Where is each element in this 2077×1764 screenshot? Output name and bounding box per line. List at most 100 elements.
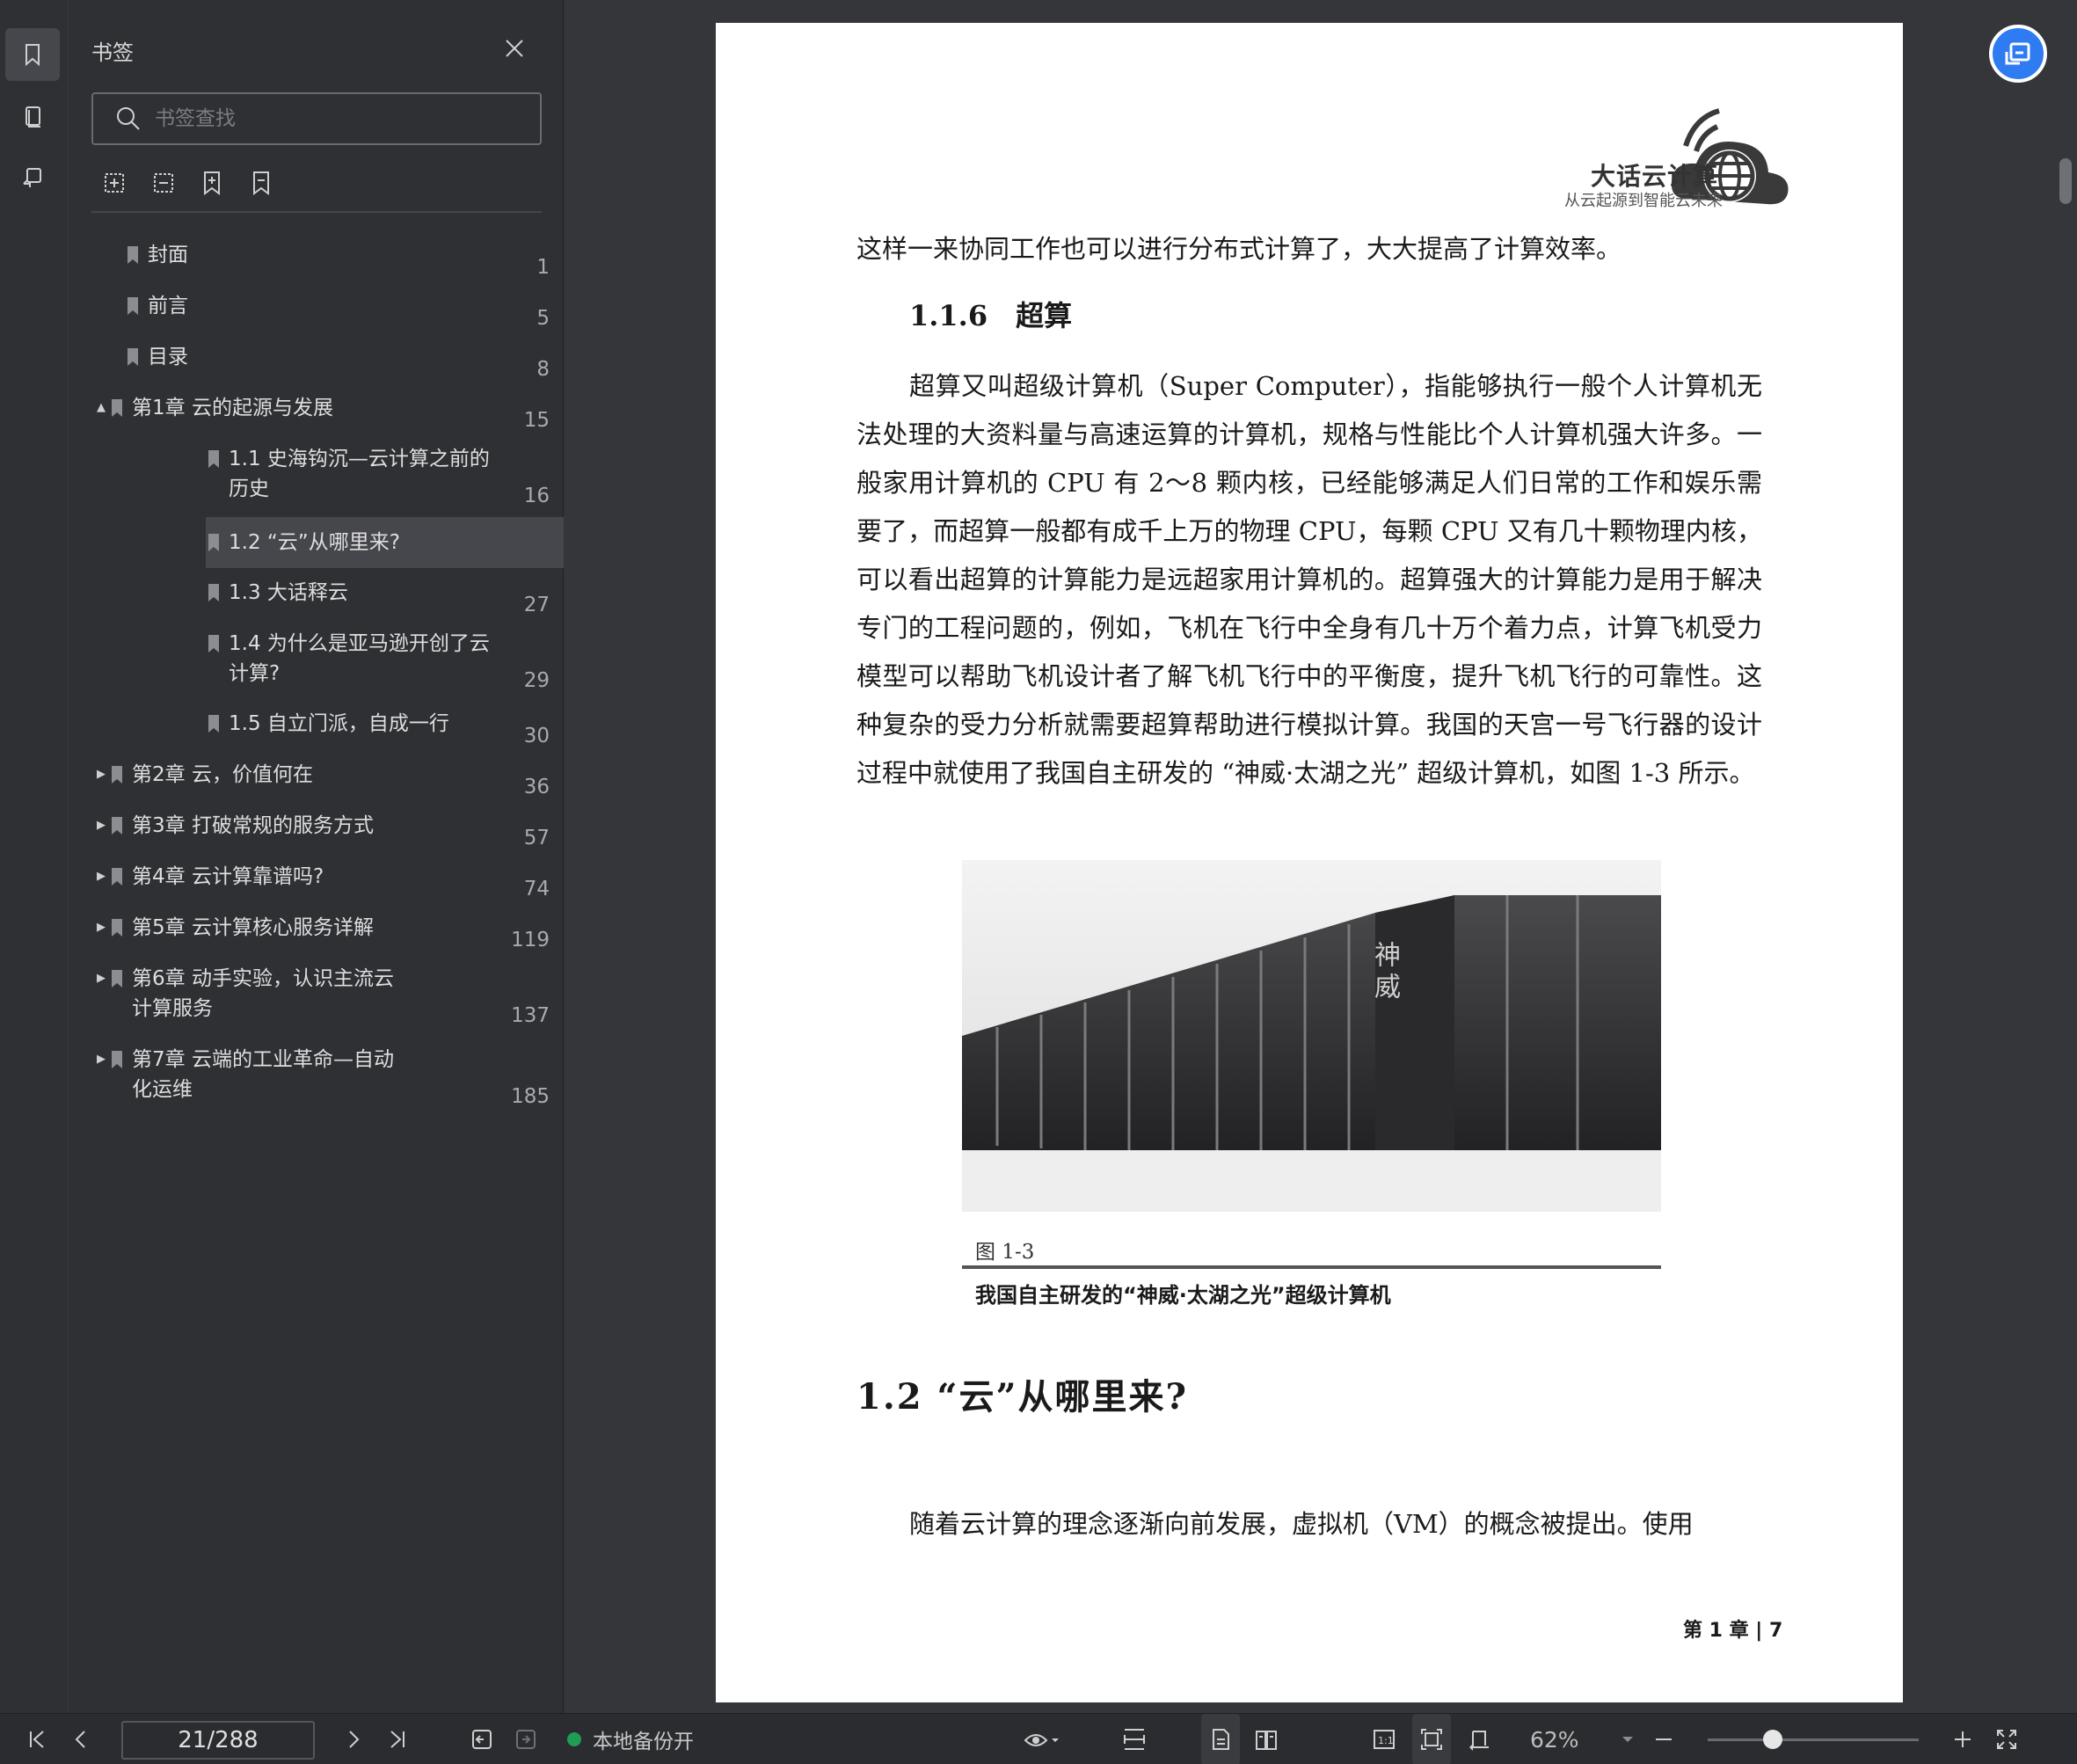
collapse-arrow-icon[interactable]: ▲	[93, 393, 109, 423]
screen-capture-icon	[2005, 42, 2030, 65]
bookmark-item-chapter-6[interactable]: ▶ 第6章 动手实验，认识主流云计算服务 137	[93, 964, 564, 1038]
last-page-button[interactable]	[378, 1714, 417, 1764]
expand-arrow-icon[interactable]: ▶	[93, 913, 109, 943]
bookmark-item[interactable]: 1.5 自立门派，自成一行 30	[206, 709, 564, 747]
bookmark-search-field[interactable]	[91, 92, 542, 145]
single-page-button[interactable]	[1201, 1714, 1240, 1764]
annotation-panel-button[interactable]	[5, 151, 60, 204]
bookmark-page: 74	[523, 878, 550, 900]
bookmark-label: 前言	[148, 295, 188, 317]
bookmark-item-chapter-1[interactable]: ▲ 第1章 云的起源与发展 15	[93, 393, 564, 432]
double-page-button[interactable]	[1247, 1714, 1286, 1764]
brand-title: 大话云计算	[1591, 162, 1719, 191]
bookmark-item[interactable]: 封面 1	[109, 240, 564, 279]
bookmark-flag-icon	[112, 766, 122, 784]
paragraph-main: 超算又叫超级计算机（Super Computer），指能够执行一般个人计算机无法…	[856, 371, 1762, 788]
bookmark-flag-icon	[208, 715, 219, 733]
bookmark-item-selected[interactable]: 1.2 “云”从哪里来? 21	[206, 517, 620, 568]
bookmark-item-chapter-3[interactable]: ▶ 第3章 打破常规的服务方式 57	[93, 811, 564, 849]
first-page-button[interactable]	[18, 1714, 56, 1764]
bookmark-flag-icon	[112, 817, 122, 835]
bookmark-flag-icon	[112, 970, 122, 988]
bottom-toolbar: 21/288 本地备份开 1:1 62%	[0, 1713, 2077, 1764]
bookmark-panel-button[interactable]	[5, 28, 60, 81]
bookmark-item[interactable]: 目录 8	[109, 342, 564, 381]
vertical-scrollbar[interactable]	[2059, 158, 2072, 204]
fullscreen-button[interactable]	[1989, 1714, 2024, 1764]
expand-arrow-icon[interactable]: ▶	[93, 811, 109, 841]
fit-width-icon	[1124, 1729, 1145, 1750]
next-page-button[interactable]	[334, 1714, 373, 1764]
bookmark-item-chapter-2[interactable]: ▶ 第2章 云，价值何在 36	[93, 760, 564, 798]
double-page-icon	[1256, 1731, 1277, 1750]
bookmark-item[interactable]: 1.1 史海钩沉—云计算之前的历史 16	[206, 444, 564, 518]
minus-icon	[1656, 1738, 1672, 1740]
figure-rule	[962, 1265, 1661, 1269]
previous-page-button[interactable]	[62, 1714, 100, 1764]
fullscreen-icon	[1997, 1730, 2016, 1749]
remove-bookmark-icon[interactable]	[248, 169, 274, 197]
bookmark-label: 第2章 云，价值何在	[132, 763, 313, 786]
rotate-page-button[interactable]	[1460, 1714, 1498, 1764]
book-brand-logo: 大话云计算 从云起源到智能云未来	[1512, 84, 1828, 216]
bookmark-search-input[interactable]	[155, 107, 524, 130]
forward-navigation-button[interactable]	[508, 1714, 543, 1764]
actual-size-button[interactable]: 1:1	[1365, 1714, 1403, 1764]
fit-width-button[interactable]	[1115, 1714, 1154, 1764]
expand-all-icon[interactable]	[100, 169, 127, 197]
zoom-dropdown-button[interactable]	[1614, 1714, 1641, 1764]
bookmark-item[interactable]: 前言 5	[109, 291, 564, 330]
expand-arrow-icon[interactable]: ▶	[93, 862, 109, 892]
panel-title: 书签	[91, 40, 134, 65]
close-icon[interactable]	[501, 35, 528, 62]
floating-tool-button[interactable]	[1989, 25, 2047, 83]
bookmark-label: 1.2 “云”从哪里来?	[229, 531, 400, 554]
zoom-slider-handle[interactable]	[1763, 1730, 1783, 1749]
back-navigation-button[interactable]	[464, 1714, 499, 1764]
bookmark-page: 137	[511, 1004, 550, 1027]
backup-status[interactable]: 本地备份开	[565, 1714, 694, 1764]
bookmark-page: 1	[536, 256, 550, 279]
bookmark-label: 1.4 为什么是亚马逊开创了云计算?	[229, 632, 490, 685]
thumbnail-panel-button[interactable]	[5, 90, 60, 142]
page-number-input[interactable]: 21/288	[121, 1721, 315, 1760]
bookmark-page: 185	[511, 1085, 550, 1108]
search-icon	[117, 107, 140, 130]
bookmark-page: 29	[523, 669, 550, 692]
rotate-icon	[1469, 1731, 1489, 1751]
zoom-out-button[interactable]	[1646, 1714, 1681, 1764]
expand-arrow-icon[interactable]: ▶	[93, 760, 109, 790]
actual-size-icon: 1:1	[1374, 1730, 1395, 1749]
back-icon	[472, 1730, 492, 1749]
bookmark-item[interactable]: 1.3 大话释云 27	[206, 578, 564, 616]
svg-text:1:1: 1:1	[1378, 1735, 1394, 1746]
bookmark-item-chapter-5[interactable]: ▶ 第5章 云计算核心服务详解 119	[93, 913, 564, 951]
bookmark-page: 15	[523, 409, 550, 432]
bookmark-label: 第4章 云计算靠谱吗?	[132, 865, 324, 888]
zoom-slider-track[interactable]	[1708, 1738, 1919, 1741]
expand-arrow-icon[interactable]: ▶	[93, 1045, 109, 1075]
last-page-icon	[390, 1731, 404, 1748]
bookmark-label: 第1章 云的起源与发展	[132, 397, 333, 419]
supercomputer-image	[962, 895, 1661, 1212]
zoom-level[interactable]: 62%	[1530, 1714, 1579, 1764]
add-bookmark-icon[interactable]	[199, 169, 225, 197]
bookmark-flag-icon	[128, 246, 138, 264]
bookmark-item[interactable]: 1.4 为什么是亚马逊开创了云计算? 29	[206, 629, 564, 703]
fit-page-button[interactable]	[1412, 1714, 1451, 1764]
chapter-heading: 1.2 “云”从哪里来?	[856, 1376, 1188, 1418]
thumbnail-icon	[26, 106, 40, 128]
bookmark-panel: 书签 封面 1 前言 5	[69, 0, 620, 1713]
bookmark-label: 第7章 云端的工业革命—自动化运维	[132, 1048, 394, 1101]
bookmark-item-chapter-7[interactable]: ▶ 第7章 云端的工业革命—自动化运维 185	[93, 1045, 564, 1119]
bookmark-label: 1.5 自立门派，自成一行	[229, 712, 449, 735]
collapse-all-icon[interactable]	[149, 169, 176, 197]
document-viewer[interactable]: 大话云计算 从云起源到智能云未来 这样一来协同工作也可以进行分布式计算了，大大提…	[564, 0, 2077, 1713]
chevron-left-icon	[75, 1731, 85, 1748]
status-dot-icon	[565, 1730, 584, 1749]
supercomputer-figure: 神威	[962, 860, 1661, 1212]
zoom-in-button[interactable]	[1945, 1714, 1980, 1764]
bookmark-item-chapter-4[interactable]: ▶ 第4章 云计算靠谱吗? 74	[93, 862, 564, 900]
expand-arrow-icon[interactable]: ▶	[93, 964, 109, 994]
eye-protection-button[interactable]	[1017, 1714, 1066, 1764]
